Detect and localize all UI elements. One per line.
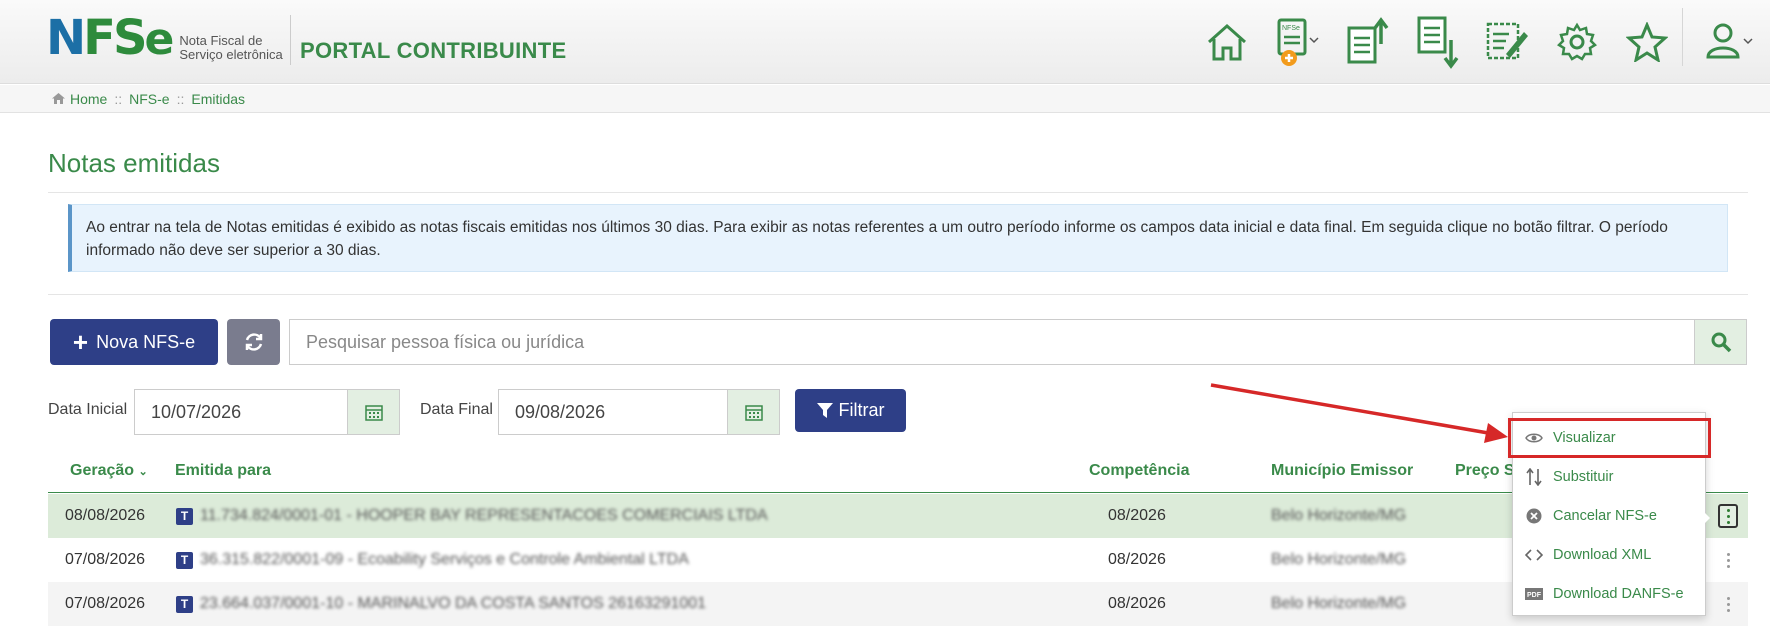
plus-icon: + bbox=[72, 327, 89, 357]
cell-emitida-para: 11.734.824/0001-01 - HOOPER BAY REPRESEN… bbox=[200, 507, 768, 524]
pdf-icon: PDF bbox=[1525, 585, 1543, 603]
col-municipio: Município Emissor bbox=[1271, 462, 1414, 479]
title-divider bbox=[48, 192, 1748, 193]
download-document-icon[interactable] bbox=[1410, 14, 1464, 70]
filter-button[interactable]: Filtrar bbox=[795, 389, 906, 432]
row-actions-button[interactable] bbox=[1718, 548, 1738, 572]
sign-document-icon[interactable] bbox=[1480, 14, 1534, 70]
page-title: Notas emitidas bbox=[48, 148, 220, 178]
info-alert: Ao entrar na tela de Notas emitidas é ex… bbox=[68, 204, 1728, 272]
menu-item-substituir[interactable]: Substituir bbox=[1513, 458, 1707, 496]
start-date-field[interactable]: 10/07/2026 bbox=[134, 389, 400, 435]
cell-municipio: Belo Horizonte/MG bbox=[1271, 507, 1407, 524]
logo-mark: NFSe bbox=[46, 10, 174, 66]
cell-competencia: 08/2026 bbox=[1108, 507, 1166, 524]
search-input[interactable] bbox=[289, 319, 1694, 365]
cell-competencia: 08/2026 bbox=[1108, 595, 1166, 612]
calendar-icon[interactable] bbox=[727, 390, 779, 434]
row-actions-button[interactable] bbox=[1718, 504, 1738, 528]
refresh-icon bbox=[245, 333, 262, 351]
nav-divider bbox=[1682, 8, 1683, 66]
end-date-field[interactable]: 09/08/2026 bbox=[498, 389, 780, 435]
end-date-label: Data Final bbox=[420, 401, 493, 418]
table-header-divider bbox=[48, 492, 1748, 493]
breadcrumb-nfse[interactable]: NFS-e bbox=[129, 91, 169, 107]
home-icon[interactable] bbox=[1200, 14, 1254, 70]
user-menu-icon[interactable] bbox=[1700, 16, 1756, 66]
code-icon bbox=[1525, 546, 1543, 564]
new-nfse-icon[interactable]: NFSe bbox=[1270, 14, 1324, 70]
info-divider bbox=[48, 294, 1748, 295]
cell-emitida-para: 36.315.822/0001-09 - Ecoability Serviços… bbox=[200, 551, 689, 568]
svg-text:PDF: PDF bbox=[1527, 592, 1542, 599]
portal-title: PORTAL CONTRIBUINTE bbox=[300, 38, 567, 63]
start-date-label: Data Inicial bbox=[48, 401, 128, 418]
menu-item-cancelar[interactable]: Cancelar NFS-e bbox=[1513, 497, 1707, 535]
cell-geracao: 07/08/2026 bbox=[65, 551, 146, 568]
menu-item-download-xml[interactable]: Download XML bbox=[1513, 536, 1707, 574]
upload-document-icon[interactable] bbox=[1340, 14, 1394, 70]
cell-competencia: 08/2026 bbox=[1108, 551, 1166, 568]
top-bar: NFSe Nota Fiscal de Serviço eletrônica P… bbox=[0, 0, 1770, 84]
row-actions-button[interactable] bbox=[1718, 592, 1738, 616]
search-icon bbox=[1711, 332, 1731, 353]
logo-divider bbox=[290, 15, 291, 65]
cell-municipio: Belo Horizonte/MG bbox=[1271, 551, 1407, 568]
breadcrumb: Home :: NFS-e :: Emitidas bbox=[0, 85, 1770, 113]
filter-icon bbox=[816, 402, 833, 418]
breadcrumb-home[interactable]: Home bbox=[70, 91, 107, 107]
refresh-button[interactable] bbox=[227, 319, 280, 365]
nfse-logo[interactable]: NFSe Nota Fiscal de Serviço eletrônica bbox=[46, 14, 283, 64]
col-preco: Preço S bbox=[1455, 462, 1515, 479]
breadcrumb-emitidas[interactable]: Emitidas bbox=[191, 91, 245, 107]
logo-subtitle: Nota Fiscal de Serviço eletrônica bbox=[179, 33, 283, 62]
cell-geracao: 08/08/2026 bbox=[65, 507, 146, 524]
gear-icon[interactable] bbox=[1550, 14, 1604, 70]
cancel-icon bbox=[1525, 507, 1543, 525]
type-badge: T bbox=[176, 552, 193, 569]
svg-text:NFSe: NFSe bbox=[1282, 25, 1300, 32]
menu-caret bbox=[1702, 510, 1710, 526]
type-badge: T bbox=[176, 596, 193, 613]
menu-item-download-danfse[interactable]: PDF Download DANFS-e bbox=[1513, 575, 1707, 613]
col-emitida-para: Emitida para bbox=[175, 462, 272, 479]
cell-emitida-para: 23.664.037/0001-10 - MARINALVO DA COSTA … bbox=[200, 595, 707, 612]
col-competencia: Competência bbox=[1089, 462, 1190, 479]
star-icon[interactable] bbox=[1620, 14, 1674, 70]
table-row[interactable]: 07/08/2026 T 36.315.822/0001-09 - Ecoabi… bbox=[48, 538, 1748, 582]
swap-icon bbox=[1525, 468, 1543, 486]
visualizar-highlight bbox=[1508, 418, 1711, 458]
new-nfse-button[interactable]: + Nova NFS-e bbox=[50, 319, 218, 365]
table-row[interactable]: 08/08/2026 T 11.734.824/0001-01 - HOOPER… bbox=[48, 494, 1748, 538]
search-button[interactable] bbox=[1694, 319, 1747, 365]
table-row[interactable]: 07/08/2026 T 23.664.037/0001-10 - MARINA… bbox=[48, 582, 1748, 626]
sort-caret-icon: ⌄ bbox=[138, 466, 148, 478]
calendar-icon[interactable] bbox=[347, 390, 399, 434]
home-small-icon bbox=[52, 93, 65, 104]
col-geracao[interactable]: Geração ⌄ bbox=[70, 462, 148, 480]
cell-geracao: 07/08/2026 bbox=[65, 595, 146, 612]
type-badge: T bbox=[176, 508, 193, 525]
cell-municipio: Belo Horizonte/MG bbox=[1271, 595, 1407, 612]
